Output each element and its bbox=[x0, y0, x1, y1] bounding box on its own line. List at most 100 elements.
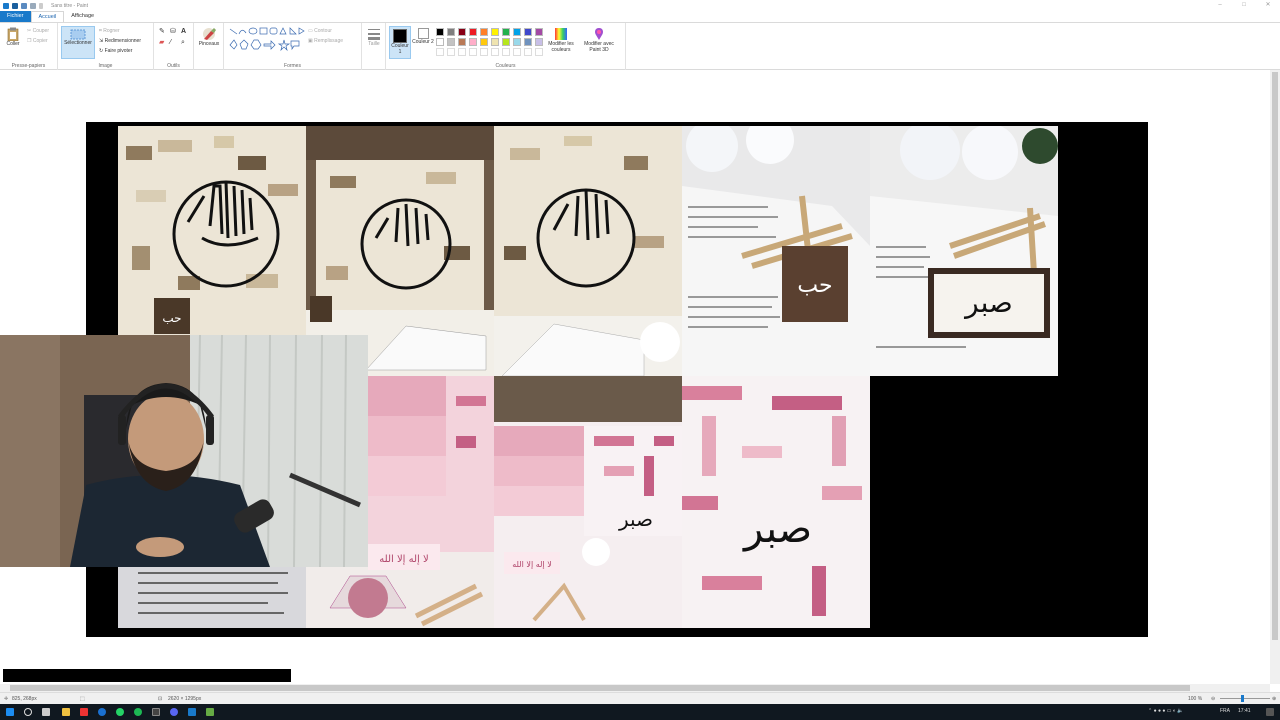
palette-swatch[interactable] bbox=[458, 38, 466, 46]
edge-icon[interactable] bbox=[98, 708, 106, 716]
custom-color-slot[interactable] bbox=[513, 48, 521, 56]
vertical-scrollbar[interactable] bbox=[1270, 70, 1280, 684]
palette-swatch[interactable] bbox=[436, 38, 444, 46]
palette-swatch[interactable] bbox=[535, 28, 543, 36]
quick-access-dropdown-icon[interactable] bbox=[39, 2, 43, 9]
custom-color-slot[interactable] bbox=[469, 48, 477, 56]
custom-color-slot[interactable] bbox=[480, 48, 488, 56]
magnifier-icon[interactable]: ⌕ bbox=[181, 39, 185, 46]
group-colors: Couleur 1 Couleur 2 Modifier les couleur… bbox=[386, 23, 626, 70]
windows-start-icon[interactable] bbox=[6, 708, 14, 716]
color-picker-icon[interactable]: ⁄ bbox=[170, 39, 171, 46]
custom-color-slot[interactable] bbox=[436, 48, 444, 56]
vertical-scroll-thumb[interactable] bbox=[1272, 72, 1278, 640]
palette-swatch[interactable] bbox=[524, 28, 532, 36]
svg-text:حب: حب bbox=[797, 273, 832, 298]
palette-swatch[interactable] bbox=[469, 28, 477, 36]
edit-colors-button[interactable]: Modifier les couleurs bbox=[546, 27, 576, 53]
palette-swatch[interactable] bbox=[480, 28, 488, 36]
maximize-button[interactable]: □ bbox=[1232, 0, 1256, 11]
app-icon-green[interactable] bbox=[206, 708, 214, 716]
group-brushes: Pinceaux bbox=[194, 23, 224, 70]
palette-swatch[interactable] bbox=[502, 38, 510, 46]
paint3d-button[interactable]: Modifier avec Paint 3D bbox=[582, 27, 616, 53]
palette-swatch[interactable] bbox=[469, 38, 477, 46]
paint3d-icon bbox=[595, 28, 603, 40]
zoom-slider[interactable] bbox=[1220, 698, 1270, 699]
palette-swatch[interactable] bbox=[480, 38, 488, 46]
eraser-icon[interactable]: ▰ bbox=[159, 39, 164, 46]
search-icon[interactable] bbox=[24, 708, 32, 716]
pencil-icon[interactable]: ✎ bbox=[159, 28, 165, 35]
palette-swatch[interactable] bbox=[491, 38, 499, 46]
palette-swatch[interactable] bbox=[513, 28, 521, 36]
text-tool-icon[interactable]: A bbox=[181, 28, 186, 35]
paint-app-icon bbox=[3, 2, 9, 9]
task-view-icon[interactable] bbox=[42, 708, 50, 716]
crop-button[interactable]: ⌗ Rogner bbox=[99, 28, 120, 34]
undo-icon[interactable] bbox=[21, 2, 27, 9]
tab-home[interactable]: Accueil bbox=[30, 11, 65, 22]
image-size-icon: ⊡ bbox=[158, 696, 163, 702]
resize-button[interactable]: ⇲ Redimensionner bbox=[99, 38, 141, 44]
file-explorer-icon[interactable] bbox=[62, 708, 70, 716]
horizontal-scroll-thumb[interactable] bbox=[10, 685, 1190, 691]
custom-color-slot[interactable] bbox=[535, 48, 543, 56]
palette-swatch[interactable] bbox=[524, 38, 532, 46]
svg-text:صبر: صبر bbox=[742, 506, 812, 552]
tray-icons[interactable]: ⌃ ● ● ● ▭ ◐ 🔈 bbox=[1148, 708, 1184, 714]
obs-icon[interactable] bbox=[152, 708, 160, 716]
discord-icon[interactable] bbox=[170, 708, 178, 716]
rotate-button[interactable]: ↻ Faire pivoter bbox=[99, 48, 132, 54]
redo-icon[interactable] bbox=[30, 2, 36, 9]
paint-taskbar-icon[interactable] bbox=[188, 708, 196, 716]
notification-icon[interactable] bbox=[1266, 708, 1274, 716]
tab-file[interactable]: Fichier bbox=[0, 11, 31, 22]
selection-size-icon: ⬚ bbox=[80, 696, 85, 702]
group-shapes: ▭ Contour ▣ Remplissage Formes bbox=[224, 23, 362, 70]
group-tools: ✎ ⛁ A ▰ ⁄ ⌕ Outils bbox=[154, 23, 194, 70]
paste-button[interactable]: Coller bbox=[4, 27, 22, 48]
color2-button[interactable]: Couleur 2 bbox=[412, 28, 434, 46]
close-button[interactable]: ✕ bbox=[1256, 0, 1280, 11]
outline-button[interactable]: ▭ Contour bbox=[308, 28, 332, 34]
custom-color-slot[interactable] bbox=[447, 48, 455, 56]
zoom-out-icon[interactable]: ⊖ bbox=[1211, 696, 1215, 702]
app-icon-red[interactable] bbox=[80, 708, 88, 716]
palette-swatch[interactable] bbox=[447, 28, 455, 36]
palette-swatch[interactable] bbox=[436, 28, 444, 36]
brushes-button[interactable]: Pinceaux bbox=[196, 27, 222, 48]
group-clipboard: Coller ✂ Couper ❐ Copier Presse-papiers bbox=[0, 23, 58, 70]
canvas-area[interactable]: حب حب صبر لا إله إلا الله صبر لا إله إلا… bbox=[0, 70, 1270, 684]
clock[interactable]: 17:41 bbox=[1238, 708, 1251, 714]
custom-color-slot[interactable] bbox=[524, 48, 532, 56]
minimize-button[interactable]: – bbox=[1208, 0, 1232, 11]
color2-swatch bbox=[417, 28, 429, 39]
tab-view[interactable]: Affichage bbox=[64, 11, 101, 22]
shapes-gallery[interactable] bbox=[228, 27, 306, 53]
size-button[interactable]: Taille bbox=[364, 27, 384, 48]
horizontal-scrollbar[interactable] bbox=[0, 684, 1270, 692]
copy-button[interactable]: ❐ Copier bbox=[27, 38, 48, 44]
color1-button[interactable]: Couleur 1 bbox=[389, 26, 411, 59]
custom-color-slot[interactable] bbox=[491, 48, 499, 56]
group-label: Outils bbox=[167, 63, 180, 69]
language-indicator[interactable]: FRA bbox=[1220, 708, 1230, 714]
palette-swatch[interactable] bbox=[447, 38, 455, 46]
palette-swatch[interactable] bbox=[458, 28, 466, 36]
palette-swatch[interactable] bbox=[513, 38, 521, 46]
custom-color-slot[interactable] bbox=[502, 48, 510, 56]
palette-swatch[interactable] bbox=[502, 28, 510, 36]
palette-swatch[interactable] bbox=[491, 28, 499, 36]
custom-color-slot[interactable] bbox=[458, 48, 466, 56]
select-button[interactable]: Sélectionner bbox=[61, 26, 95, 59]
zoom-slider-thumb[interactable] bbox=[1241, 695, 1244, 702]
fill-button[interactable]: ▣ Remplissage bbox=[308, 38, 343, 44]
fill-bucket-icon[interactable]: ⛁ bbox=[170, 28, 176, 35]
spotify-icon[interactable] bbox=[134, 708, 142, 716]
whatsapp-icon[interactable] bbox=[116, 708, 124, 716]
cut-button[interactable]: ✂ Couper bbox=[27, 28, 49, 34]
save-icon[interactable] bbox=[12, 2, 18, 9]
palette-swatch[interactable] bbox=[535, 38, 543, 46]
zoom-in-icon[interactable]: ⊕ bbox=[1272, 696, 1276, 702]
